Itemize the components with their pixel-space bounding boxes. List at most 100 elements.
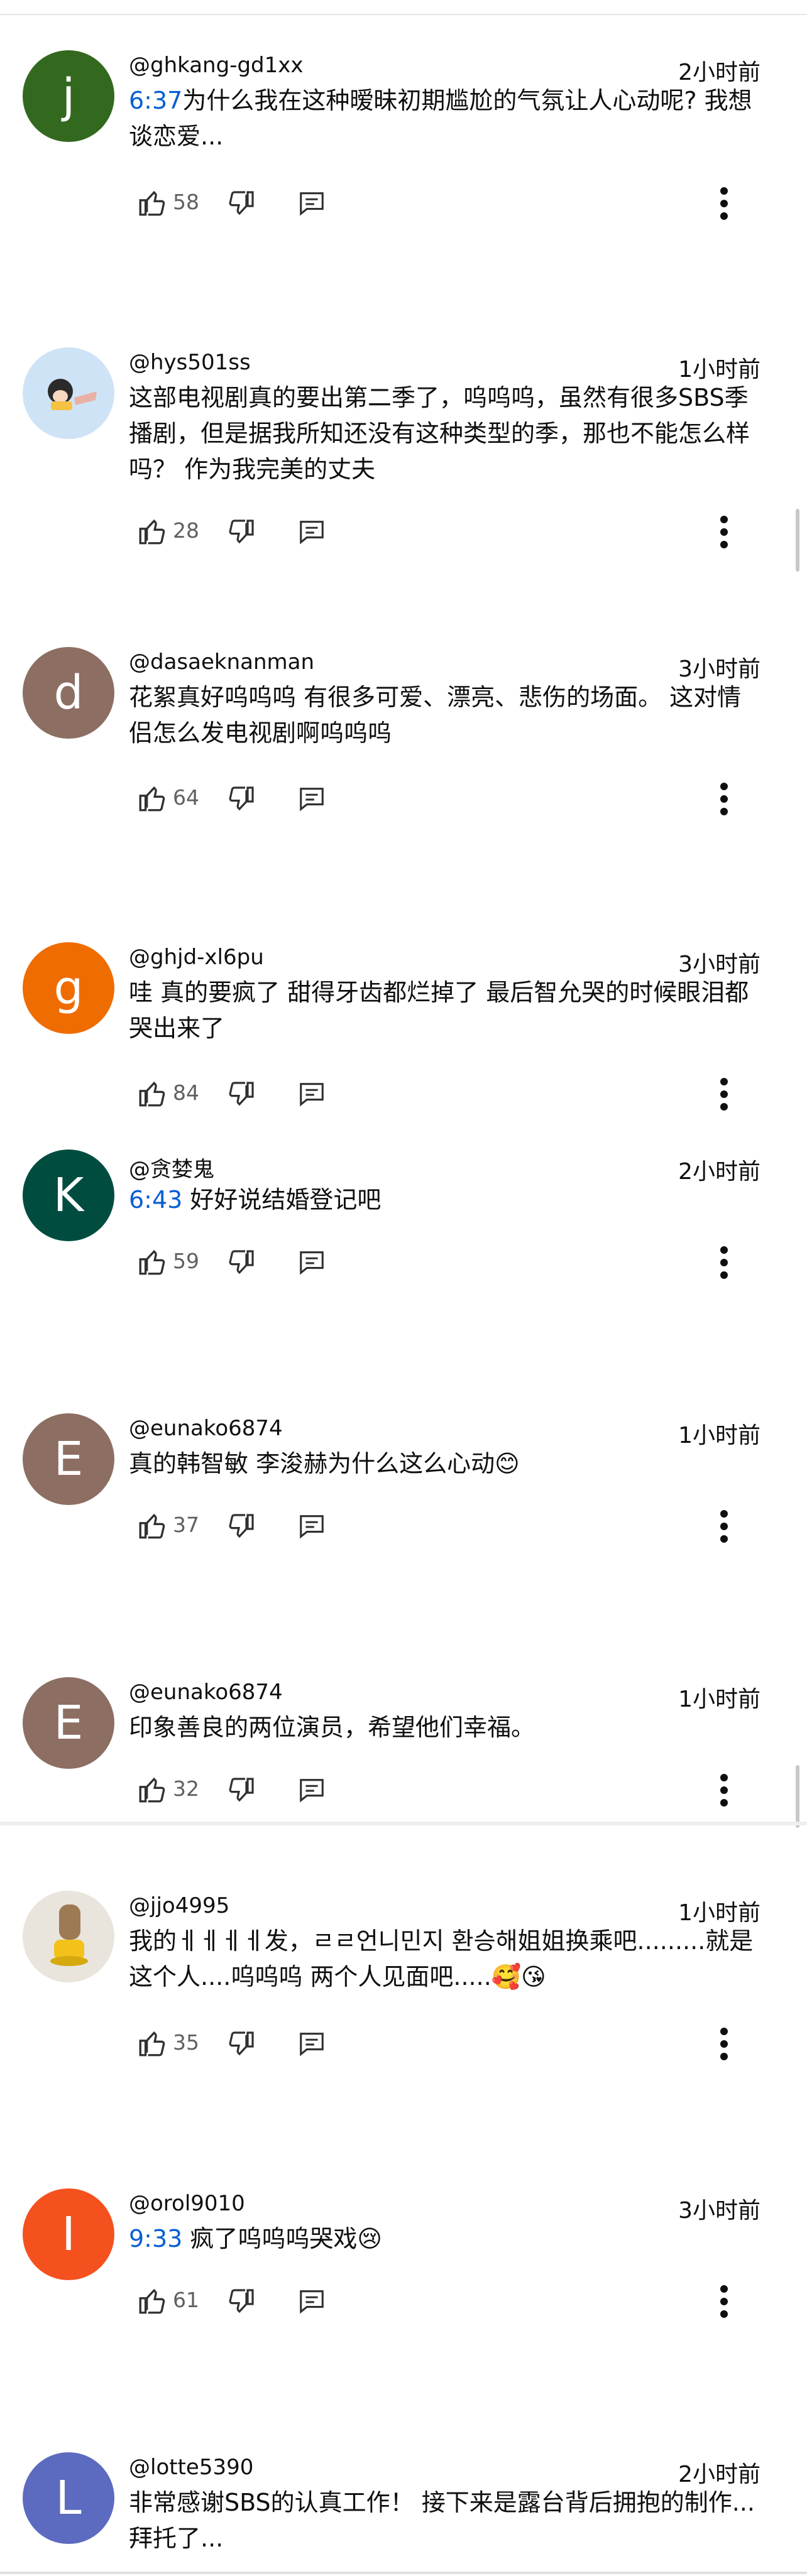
like-count: 32 xyxy=(173,1776,199,1801)
comment-body: 印象善良的两位演员，希望他们幸福。 xyxy=(129,1714,535,1741)
more-options-icon[interactable] xyxy=(716,780,732,818)
avatar[interactable]: g xyxy=(23,942,114,1034)
comment-time: 2小时前 xyxy=(678,2462,760,2487)
comment-text: 6:43 好好说结婚登记吧 xyxy=(129,1182,764,1218)
comment-author[interactable]: @jjo4995 xyxy=(129,1893,229,1918)
comment-text: 真的韩智敏 李浚赫为什么这么心动😊 xyxy=(129,1446,764,1482)
avatar-figurine-icon xyxy=(50,1905,88,1966)
reply-icon[interactable] xyxy=(297,2286,326,2315)
reply-icon[interactable] xyxy=(297,1247,326,1276)
comment-text: 非常感谢SBS的认真工作！ 接下来是露台背后拥抱的制作...拜托了... xyxy=(129,2485,764,2557)
thumbs-up-icon[interactable] xyxy=(136,1774,168,1805)
comment-actions: 35 xyxy=(129,2024,782,2064)
comment-author[interactable]: @orol9010 xyxy=(129,2191,245,2216)
avatar[interactable] xyxy=(23,347,114,439)
more-options-icon[interactable] xyxy=(716,2025,732,2063)
comment-actions: 84 xyxy=(129,1074,782,1114)
reply-icon[interactable] xyxy=(297,517,326,546)
avatar[interactable]: j xyxy=(23,50,114,142)
avatar-letter: d xyxy=(53,666,84,720)
timestamp-link[interactable]: 6:43 xyxy=(129,1186,182,1214)
thumbs-up-icon[interactable] xyxy=(136,1510,168,1541)
timestamp-link[interactable]: 9:33 xyxy=(129,2225,182,2253)
like-count: 64 xyxy=(173,785,199,810)
thumbs-down-icon[interactable] xyxy=(226,2286,256,2317)
reply-icon[interactable] xyxy=(297,188,326,217)
timestamp-link[interactable]: 6:37 xyxy=(129,87,182,114)
comment-actions: 64 xyxy=(129,779,782,819)
thumbs-up-icon[interactable] xyxy=(136,1078,168,1109)
thumbs-up-icon[interactable] xyxy=(136,783,168,814)
comment-text: 6:37为什么我在这种暧昧初期尴尬的气氛让人心动呢? 我想谈恋爱... xyxy=(129,83,764,155)
comment-time: 1小时前 xyxy=(678,1687,760,1712)
thumbs-down-icon[interactable] xyxy=(226,1775,256,1805)
top-divider xyxy=(0,14,807,15)
reply-icon[interactable] xyxy=(297,1775,326,1804)
reply-icon[interactable] xyxy=(297,1079,326,1108)
thumbs-up-icon[interactable] xyxy=(136,2028,168,2059)
comment-text: 这部电视剧真的要出第二季了，呜呜呜，虽然有很多SBS季播剧，但是据我所知还没有这… xyxy=(129,380,764,487)
avatar[interactable] xyxy=(23,1891,114,1982)
scrollbar-thumb-lower[interactable] xyxy=(796,1765,799,1828)
comment-text: 9:33 疯了呜呜呜哭戏😢 xyxy=(129,2221,764,2257)
thumbs-up-icon[interactable] xyxy=(136,187,168,219)
comment-actions: 28 xyxy=(129,512,782,552)
comment-body: 非常感谢SBS的认真工作！ 接下来是露台背后拥抱的制作...拜托了... xyxy=(129,2489,755,2552)
comment-author[interactable]: @ghjd-xl6pu xyxy=(129,945,264,970)
more-options-icon[interactable] xyxy=(716,1244,732,1281)
thumbs-down-icon[interactable] xyxy=(226,2029,256,2059)
avatar-letter: L xyxy=(55,2471,82,2525)
more-options-icon[interactable] xyxy=(716,1771,732,1809)
comment-body: 真的韩智敏 李浚赫为什么这么心动😊 xyxy=(129,1450,520,1477)
more-options-icon[interactable] xyxy=(716,513,732,551)
thumbs-down-icon[interactable] xyxy=(226,188,256,219)
thumbs-up-icon[interactable] xyxy=(136,516,168,547)
avatar[interactable]: K xyxy=(23,1149,114,1241)
comment-author[interactable]: @eunako6874 xyxy=(129,1416,283,1441)
comment-time: 3小时前 xyxy=(678,2198,760,2224)
comment-body: 好好说结婚登记吧 xyxy=(182,1186,382,1214)
avatar[interactable]: L xyxy=(23,2452,114,2544)
more-options-icon[interactable] xyxy=(716,185,732,222)
thumbs-down-icon[interactable] xyxy=(226,1079,256,1109)
thumbs-up-icon[interactable] xyxy=(136,2285,168,2317)
thumbs-down-icon[interactable] xyxy=(226,784,256,814)
avatar[interactable]: d xyxy=(23,647,114,739)
comment-actions: 37 xyxy=(129,1506,782,1546)
reply-icon[interactable] xyxy=(297,1511,326,1540)
comment-text: 我的ㅔㅔㅔㅔ发，ㄹㄹ언니민지 환승해姐姐换乘吧.........就是这个人...… xyxy=(129,1923,764,1995)
comment-time: 2小时前 xyxy=(678,60,760,85)
avatar-letter: E xyxy=(53,1432,84,1486)
comment-time: 1小时前 xyxy=(678,1423,760,1448)
more-options-icon[interactable] xyxy=(716,2283,732,2320)
comment-author[interactable]: @ghkang-gd1xx xyxy=(129,53,304,78)
reply-icon[interactable] xyxy=(297,2029,326,2058)
comment-actions: 32 xyxy=(129,1770,782,1810)
more-options-icon[interactable] xyxy=(716,1508,732,1545)
avatar[interactable]: E xyxy=(23,1677,114,1769)
comment-author[interactable]: @dasaeknanman xyxy=(129,649,314,675)
thumbs-down-icon[interactable] xyxy=(226,1247,256,1278)
thumbs-down-icon[interactable] xyxy=(226,1511,256,1541)
avatar-letter: j xyxy=(62,69,75,123)
scrollbar-thumb[interactable] xyxy=(796,509,799,572)
thumbs-down-icon[interactable] xyxy=(226,517,256,547)
reply-icon[interactable] xyxy=(297,784,326,813)
comment-author[interactable]: @eunako6874 xyxy=(129,1680,283,1705)
avatar[interactable]: I xyxy=(23,2188,114,2280)
comment-time: 2小时前 xyxy=(678,1159,760,1185)
comment-author[interactable]: @贪婪鬼 xyxy=(129,1152,214,1183)
like-count: 59 xyxy=(173,1249,199,1273)
more-options-icon[interactable] xyxy=(716,1075,732,1113)
thumbs-up-icon[interactable] xyxy=(136,1246,168,1278)
comment-author[interactable]: @hys501ss xyxy=(129,350,251,375)
avatar[interactable]: E xyxy=(23,1413,114,1505)
comment-author[interactable]: @lotte5390 xyxy=(129,2455,253,2480)
comment-time: 3小时前 xyxy=(678,656,760,682)
comment-actions: 59 xyxy=(129,1242,782,1283)
comment-body: 为什么我在这种暧昧初期尴尬的气氛让人心动呢? 我想谈恋爱... xyxy=(129,87,752,150)
like-count: 28 xyxy=(173,518,199,543)
comment-text: 花絮真好呜呜呜 有很多可爱、漂亮、悲伤的场面。 这对情侣怎么发电视剧啊呜呜呜 xyxy=(129,680,764,751)
comment-time: 3小时前 xyxy=(678,952,760,977)
comment-actions: 61 xyxy=(129,2281,782,2322)
